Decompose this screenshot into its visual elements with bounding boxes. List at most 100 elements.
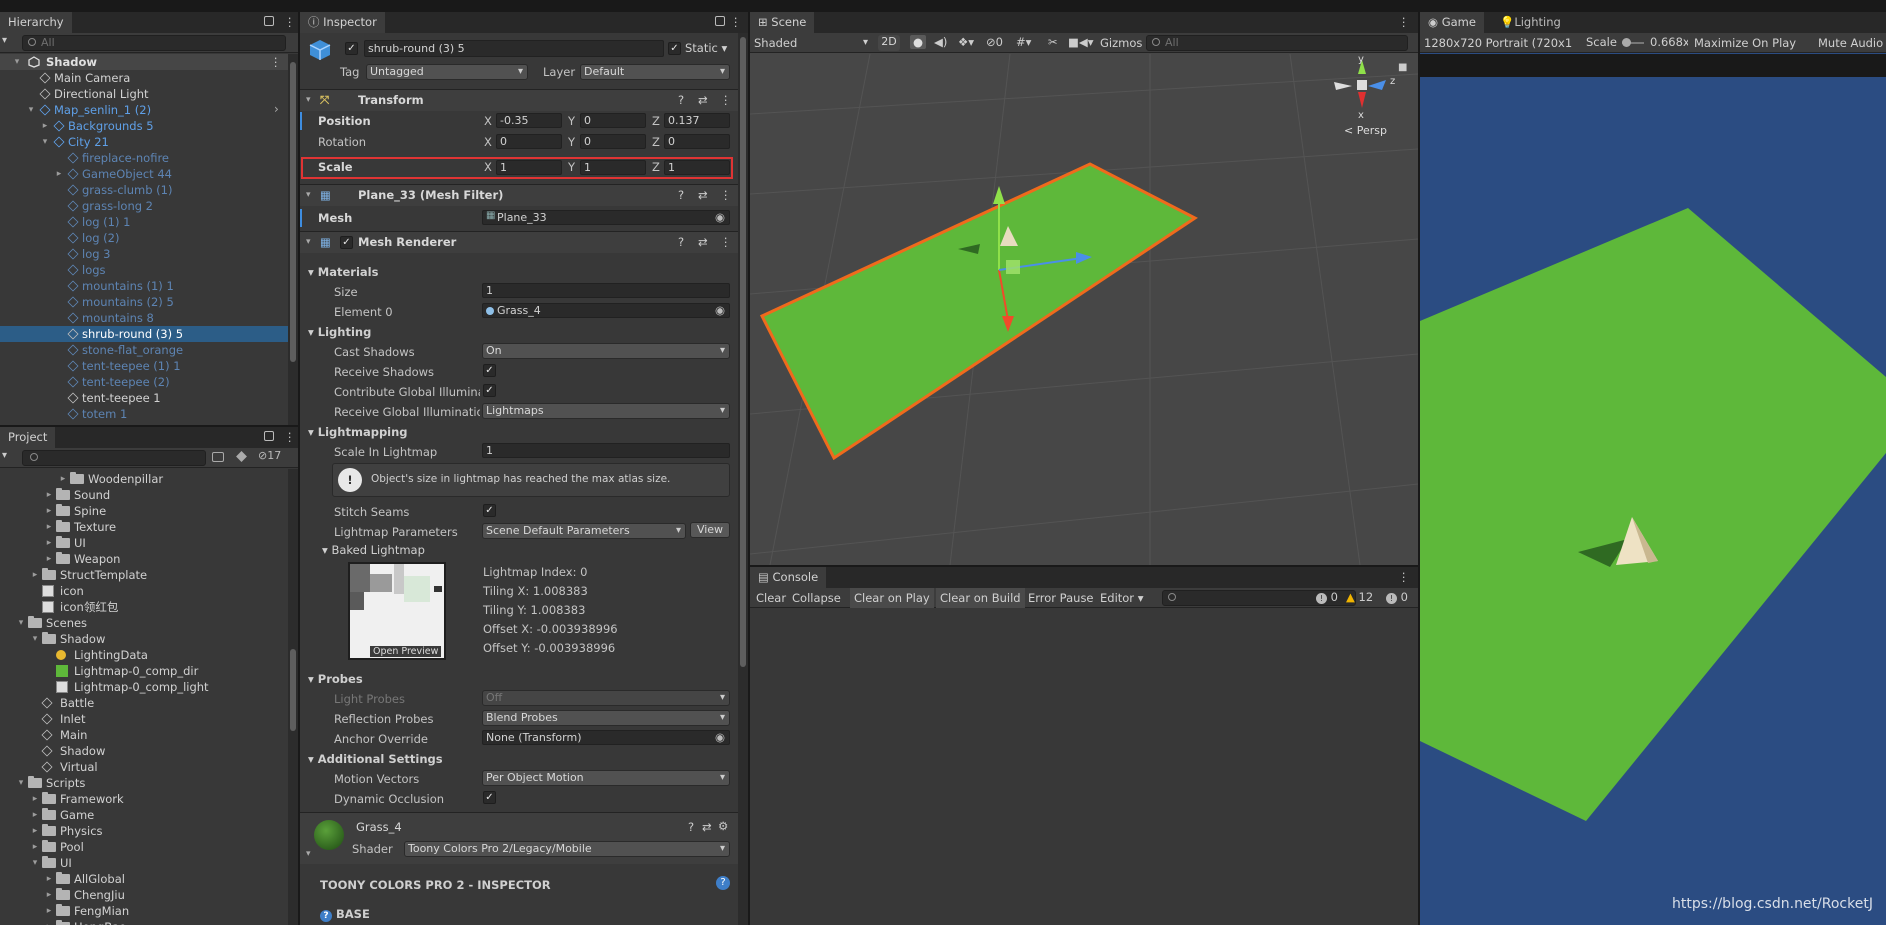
base-section-label[interactable]: ? BASE xyxy=(320,907,370,922)
project-item[interactable]: ▸ Game xyxy=(0,807,288,823)
error-pause-button[interactable]: Error Pause xyxy=(1024,588,1098,608)
material-header[interactable]: Grass_4 ? ⇄ ⚙ ▾ Shader Toony Colors Pro … xyxy=(300,812,748,864)
gizmos-dropdown[interactable]: Gizmos ▾ xyxy=(1100,34,1152,52)
tab-console[interactable]: ▤ Console xyxy=(750,567,827,588)
object-picker-icon[interactable]: ◉ xyxy=(715,730,725,744)
project-item[interactable]: ▸ Texture xyxy=(0,519,288,535)
camera-icon[interactable]: ■◀▾ xyxy=(1068,35,1093,49)
collapse-button[interactable]: Collapse xyxy=(788,588,845,608)
scene-menu-icon[interactable]: ⋮ xyxy=(270,54,282,70)
project-item[interactable]: ▸ StructTemplate xyxy=(0,567,288,583)
position-y-field[interactable]: 0 xyxy=(580,113,646,128)
position-x-field[interactable]: -0.35 xyxy=(496,113,562,128)
project-menu-icon[interactable]: ⋮ xyxy=(284,427,296,448)
expand-arrow-icon[interactable]: ▸ xyxy=(44,519,54,535)
receive-gi-dropdown[interactable]: Lightmaps xyxy=(482,403,730,419)
resolution-dropdown[interactable]: 1280x720 Portrait (720x1 xyxy=(1424,34,1588,52)
project-item[interactable]: ▾ UI xyxy=(0,855,288,871)
rotation-x-field[interactable]: 0 xyxy=(496,134,562,149)
hidden-packages-icon[interactable]: ⊘17 xyxy=(258,449,281,462)
expand-arrow-icon[interactable]: ▸ xyxy=(30,567,40,583)
tab-inspector[interactable]: ⓘ Inspector xyxy=(300,12,385,33)
transform-header[interactable]: ▾ ⤧ Transform ? ⇄ ⋮ xyxy=(300,89,748,111)
expand-arrow-icon[interactable]: ▸ xyxy=(30,807,40,823)
project-item[interactable]: Inlet xyxy=(0,711,288,727)
hierarchy-search-input[interactable]: All xyxy=(22,35,286,51)
inspector-scroll-thumb[interactable] xyxy=(740,37,746,667)
object-name-field[interactable]: shrub-round (3) 5 xyxy=(364,40,664,57)
warning-count-button[interactable]: ▲ 12 xyxy=(1346,590,1373,604)
clear-on-build-button[interactable]: Clear on Build xyxy=(936,588,1025,608)
expand-arrow-icon[interactable]: ▾ xyxy=(26,102,36,118)
project-item[interactable]: icon xyxy=(0,583,288,599)
active-toggle-checkbox[interactable]: ✓ xyxy=(345,42,358,55)
mode-2d-button[interactable]: 2D xyxy=(878,35,900,51)
game-viewport[interactable] xyxy=(1420,77,1886,925)
tab-project[interactable]: Project xyxy=(0,427,56,448)
expand-arrow-icon[interactable]: ▾ xyxy=(16,615,26,631)
hierarchy-item[interactable]: tent-teepee (2) xyxy=(0,374,288,390)
project-item[interactable]: ▸ Spine xyxy=(0,503,288,519)
project-item[interactable]: ▸ ChengJiu xyxy=(0,887,288,903)
help-icon[interactable]: ? xyxy=(688,820,694,834)
expand-arrow-icon[interactable]: ▾ xyxy=(30,631,40,647)
hidden-objects-icon[interactable]: ⊘0 xyxy=(986,35,1003,49)
create-dropdown-icon[interactable]: ▾ xyxy=(2,35,7,46)
project-item[interactable]: LightingData xyxy=(0,647,288,663)
scene-menu-icon[interactable]: ⋮ xyxy=(1398,12,1410,33)
expand-arrow-icon[interactable]: ▸ xyxy=(44,535,54,551)
project-item[interactable]: Lightmap-0_comp_light xyxy=(0,679,288,695)
grid-snap-icon[interactable]: #▾ xyxy=(1016,35,1031,49)
hierarchy-item[interactable]: mountains (2) 5 xyxy=(0,294,288,310)
hierarchy-item[interactable]: fireplace-nofire xyxy=(0,150,288,166)
lock-icon[interactable] xyxy=(715,16,725,26)
element0-field[interactable]: Grass_4 xyxy=(482,303,730,318)
mute-audio-button[interactable]: Mute Audio xyxy=(1814,33,1886,53)
foldout-arrow-icon[interactable]: ▾ xyxy=(306,90,311,111)
lock-icon[interactable] xyxy=(264,431,274,441)
object-picker-icon[interactable]: ◉ xyxy=(715,303,725,317)
project-item[interactable]: ▸ Framework xyxy=(0,791,288,807)
project-item[interactable]: ▸ AllGlobal xyxy=(0,871,288,887)
shader-dropdown[interactable]: Toony Colors Pro 2/Legacy/Mobile xyxy=(404,841,730,857)
view-button[interactable]: View xyxy=(690,522,730,538)
project-item[interactable]: ▸ Sound xyxy=(0,487,288,503)
expand-arrow-icon[interactable]: ▸ xyxy=(44,903,54,919)
dynamic-occlusion-checkbox[interactable]: ✓ xyxy=(483,791,496,804)
filter-by-type-icon[interactable] xyxy=(212,452,224,462)
tag-dropdown[interactable]: Untagged xyxy=(366,64,528,80)
gizmo-lock-icon[interactable]: ■ xyxy=(1398,62,1407,73)
scale-y-field[interactable]: 1 xyxy=(580,160,646,175)
hierarchy-item[interactable]: ▸ Backgrounds 5 xyxy=(0,118,288,134)
project-item[interactable]: Main xyxy=(0,727,288,743)
effects-icon[interactable]: ❖▾ xyxy=(958,35,974,49)
tab-hierarchy[interactable]: Hierarchy xyxy=(0,12,72,33)
hierarchy-item[interactable]: tent-teepee (1) 1 xyxy=(0,358,288,374)
position-z-field[interactable]: 0.137 xyxy=(664,113,730,128)
scale-slider-thumb[interactable] xyxy=(1622,38,1631,47)
scene-viewport[interactable] xyxy=(750,54,1418,565)
project-item[interactable]: ▸ Woodenpillar xyxy=(0,471,288,487)
expand-arrow-icon[interactable]: ▾ xyxy=(12,54,22,70)
project-item[interactable]: ▸ FengMian xyxy=(0,903,288,919)
hierarchy-item[interactable]: grass-long 2 xyxy=(0,198,288,214)
open-preview-label[interactable]: Open Preview xyxy=(370,646,442,657)
size-field[interactable]: 1 xyxy=(482,283,730,298)
layer-dropdown[interactable]: Default xyxy=(580,64,730,80)
hierarchy-item[interactable]: mountains (1) 1 xyxy=(0,278,288,294)
children-arrow-icon[interactable]: › xyxy=(274,102,279,116)
hierarchy-item[interactable]: stone-flat_orange xyxy=(0,342,288,358)
preset-icon[interactable]: ⇄ xyxy=(698,90,708,111)
help-icon[interactable]: ? xyxy=(678,185,684,206)
anchor-override-field[interactable]: None (Transform) xyxy=(482,730,730,745)
error-count-button[interactable]: ! 0 xyxy=(1386,590,1408,604)
scene-root-row[interactable]: ▾ Shadow ⋮ xyxy=(0,54,288,70)
expand-arrow-icon[interactable]: ▸ xyxy=(44,487,54,503)
hierarchy-item[interactable]: Main Camera xyxy=(0,70,288,86)
project-item[interactable]: ▾ Shadow xyxy=(0,631,288,647)
help-circle-icon[interactable]: ? xyxy=(716,876,730,890)
scale-slider[interactable] xyxy=(1622,38,1644,47)
console-menu-icon[interactable]: ⋮ xyxy=(1398,567,1410,588)
reflection-probes-dropdown[interactable]: Blend Probes xyxy=(482,710,730,726)
shading-mode-dropdown[interactable]: Shaded ▾ xyxy=(754,34,872,52)
